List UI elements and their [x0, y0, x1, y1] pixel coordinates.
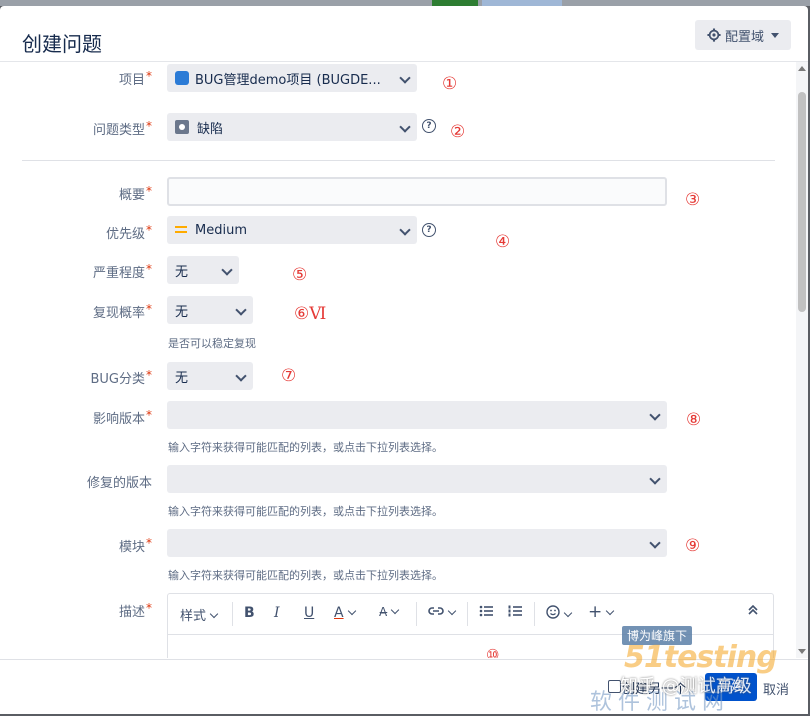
bug-category-label: BUG分类*	[90, 368, 152, 387]
create-issue-dialog: 创建问题 配置域 项目* BUG管理demo项目 (BUGDE... ① 问题类…	[0, 6, 808, 714]
chevron-down-icon	[399, 121, 411, 133]
component-hint: 输入字符来获得可能匹配的列表，或点击下拉列表选择。	[168, 569, 443, 582]
component-select[interactable]	[167, 529, 667, 557]
scroll-down-icon[interactable]	[798, 649, 806, 654]
priority-medium-icon	[175, 226, 187, 234]
bullet-list-icon[interactable]	[479, 605, 493, 621]
project-label: 项目*	[118, 69, 152, 88]
toolbar-separator	[232, 602, 233, 626]
component-label: 模块*	[118, 536, 152, 555]
watermark-zhihu: 知乎 @测试高级	[620, 676, 752, 697]
annotation-9: ⑨	[685, 536, 701, 556]
caret-down-icon	[771, 32, 779, 38]
issue-type-value: 缺陷	[197, 121, 224, 137]
annotation-3: ③	[685, 190, 701, 210]
description-label: 描述*	[118, 601, 152, 620]
chevron-down-icon	[649, 537, 661, 549]
severity-value: 无	[175, 264, 189, 280]
scrollbar-thumb[interactable]	[798, 92, 806, 312]
priority-value: Medium	[195, 222, 247, 238]
fix-version-label: 修复的版本	[86, 476, 152, 491]
annotation-7: ⑦	[281, 366, 297, 386]
underline-icon[interactable]: U	[304, 605, 314, 621]
dialog-body: 项目* BUG管理demo项目 (BUGDE... ① 问题类型* 缺陷 ? ②…	[0, 62, 796, 658]
project-avatar-icon	[175, 71, 189, 85]
bug-type-icon	[175, 120, 189, 134]
chevron-down-icon	[399, 72, 411, 84]
scroll-up-icon[interactable]	[798, 66, 806, 71]
affects-version-hint: 输入字符来获得可能匹配的列表，或点击下拉列表选择。	[168, 441, 443, 454]
chevron-down-icon	[221, 264, 233, 276]
dialog-scrollbar[interactable]	[796, 62, 808, 658]
annotation-6: ⑥Ⅵ	[294, 304, 327, 324]
reproducibility-select[interactable]: 无	[167, 296, 253, 324]
configure-fields-label: 配置域	[724, 29, 764, 45]
cancel-button[interactable]: 取消	[763, 679, 789, 698]
toolbar-separator	[416, 602, 417, 626]
emoji-icon[interactable]	[546, 605, 573, 623]
bug-category-value: 无	[175, 370, 189, 386]
numbered-list-icon[interactable]	[508, 605, 522, 621]
chevron-down-icon	[649, 409, 661, 421]
project-select[interactable]: BUG管理demo项目 (BUGDE...	[167, 64, 417, 92]
annotation-4: ④	[495, 232, 511, 252]
insert-plus-icon[interactable]: +	[588, 602, 615, 622]
severity-label: 严重程度*	[92, 262, 152, 281]
summary-label: 概要*	[118, 184, 152, 203]
chevron-down-icon	[649, 473, 661, 485]
bug-category-select[interactable]: 无	[167, 362, 253, 390]
project-value: BUG管理demo项目 (BUGDE...	[195, 72, 381, 88]
help-icon[interactable]: ?	[422, 119, 436, 133]
reproducibility-label: 复现概率*	[92, 302, 152, 321]
italic-icon[interactable]: I	[274, 605, 280, 621]
toolbar-separator	[534, 602, 535, 626]
help-icon[interactable]: ?	[422, 223, 436, 237]
bold-icon[interactable]: B	[244, 605, 255, 621]
reproducibility-value: 无	[175, 304, 189, 320]
affects-version-label: 影响版本*	[92, 408, 152, 427]
fix-version-hint: 输入字符来获得可能匹配的列表，或点击下拉列表选择。	[168, 505, 443, 518]
configure-fields-button[interactable]: 配置域	[695, 20, 791, 50]
dialog-header: 创建问题 配置域	[0, 6, 808, 62]
annotation-1: ①	[442, 74, 458, 94]
affects-version-select[interactable]	[167, 401, 667, 429]
issue-type-label: 问题类型*	[92, 119, 152, 138]
text-color-icon[interactable]: A	[334, 605, 356, 621]
severity-select[interactable]: 无	[167, 256, 239, 284]
chevron-down-icon	[235, 304, 247, 316]
toolbar-separator	[467, 602, 468, 626]
annotation-10: ⑩	[486, 646, 500, 658]
section-divider	[22, 160, 775, 161]
annotation-8: ⑧	[686, 410, 702, 430]
watermark-brand: 51testing	[624, 640, 778, 675]
annotation-2: ②	[450, 122, 466, 142]
collapse-toolbar-icon[interactable]	[748, 604, 758, 618]
more-format-icon[interactable]: A̶	[379, 605, 400, 619]
priority-select[interactable]: Medium	[167, 216, 417, 244]
text-style-dropdown[interactable]: 样式	[180, 605, 219, 624]
summary-input[interactable]	[167, 177, 667, 206]
reproducibility-hint: 是否可以稳定复现	[168, 337, 256, 350]
issue-type-select[interactable]: 缺陷	[167, 113, 417, 141]
link-icon[interactable]	[428, 605, 457, 621]
chevron-down-icon	[235, 370, 247, 382]
annotation-5: ⑤	[292, 265, 308, 285]
gear-icon	[707, 28, 721, 42]
priority-label: 优先级*	[105, 223, 152, 242]
fix-version-select[interactable]	[167, 465, 667, 493]
chevron-down-icon	[399, 224, 411, 236]
dialog-title: 创建问题	[22, 32, 102, 56]
